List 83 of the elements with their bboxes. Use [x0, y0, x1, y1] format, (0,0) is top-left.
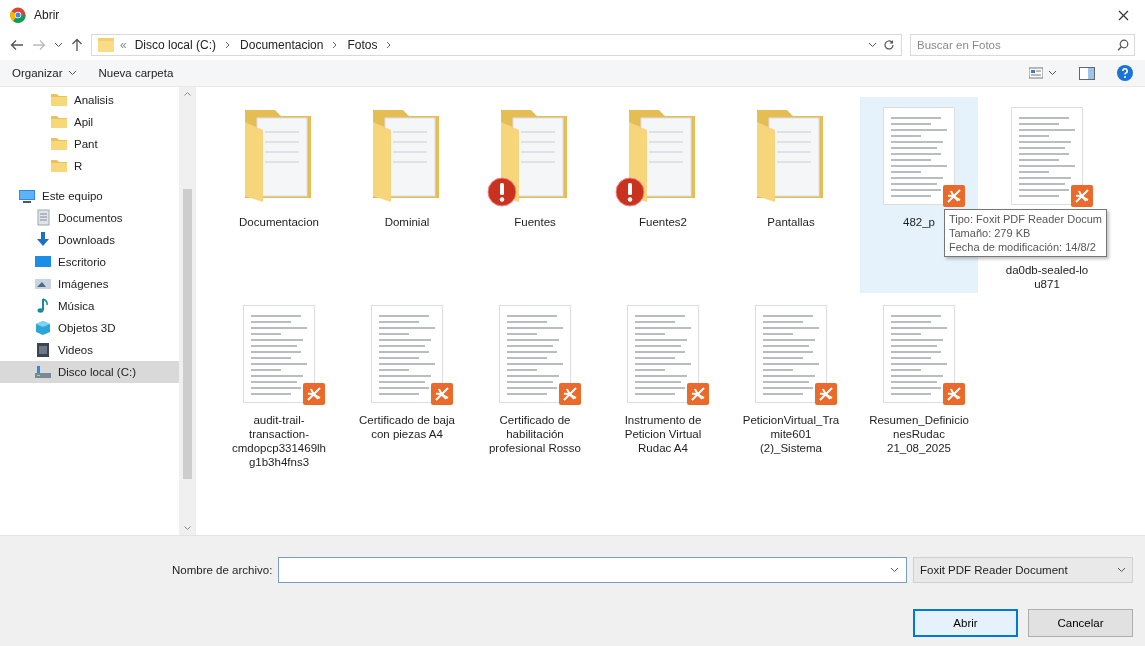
sidebar-item[interactable]: Este equipo: [0, 185, 179, 207]
sidebar-item[interactable]: Analisis: [0, 89, 179, 111]
computer-icon: [18, 187, 36, 205]
file-name: Fuentes2: [639, 215, 687, 229]
view-icon: [1029, 67, 1043, 79]
file-name: audit-trail-transaction-cmdopcp331469lhg1b3h4fns3: [231, 413, 327, 469]
file-name: da0db-sealed-lo u871: [1004, 263, 1090, 291]
sidebar-item[interactable]: Downloads: [0, 229, 179, 251]
file-name: Resumen_DefinicionesRudac 21_08_2025: [869, 413, 969, 455]
file-name: Fuentes: [514, 215, 556, 229]
pdf-badge-icon: [303, 383, 325, 405]
caret-down-icon: [54, 42, 63, 48]
sidebar-item[interactable]: Videos: [0, 339, 179, 361]
dropdown-caret-icon: [868, 42, 877, 48]
file-name: Pantallas: [767, 215, 815, 229]
file-type-dropdown[interactable]: Foxit PDF Reader Document: [913, 557, 1133, 583]
dialog-button[interactable]: Abrir: [913, 609, 1018, 637]
file-name: 482_p: [903, 215, 935, 229]
search-icon: [1117, 39, 1129, 51]
filename-label: Nombre de archivo:: [172, 564, 273, 576]
new-folder-button[interactable]: Nueva carpeta: [94, 65, 178, 81]
scroll-down-icon[interactable]: [183, 526, 191, 530]
organize-menu-button[interactable]: Organizar: [8, 65, 81, 81]
pane-icon: [1079, 66, 1095, 80]
scroll-up-icon[interactable]: [183, 92, 191, 96]
sidebar-item[interactable]: Objetos 3D: [0, 317, 179, 339]
forward-arrow-icon: [32, 39, 46, 51]
back-arrow-icon: [10, 39, 24, 51]
address-field[interactable]: « Disco local (C:) Documentacion Fotos: [91, 34, 902, 56]
folder-icon: [98, 37, 114, 53]
up-button[interactable]: [71, 38, 83, 52]
dropdown-caret-icon: [890, 567, 899, 573]
drive-icon: [34, 363, 52, 381]
search-field[interactable]: Buscar en Fotos: [910, 34, 1135, 56]
back-button[interactable]: [10, 39, 24, 51]
pdf-badge-icon: [431, 383, 453, 405]
tooltip-line: Tipo: Foxit PDF Reader Docum: [949, 212, 1103, 226]
up-arrow-icon: [71, 38, 83, 52]
folder-icon: [50, 91, 68, 109]
file-name: Documentacion: [239, 215, 319, 229]
file-name: Certificado de baja con piezas A4: [358, 413, 456, 441]
cube-icon: [34, 319, 52, 337]
folder-icon: [50, 157, 68, 175]
sidebar-item[interactable]: Imágenes: [0, 273, 179, 295]
refresh-icon[interactable]: [883, 39, 895, 51]
help-icon: [1117, 65, 1133, 81]
file-name: PeticionVirtual_Tramite601 (2)_Sistema: [741, 413, 841, 455]
pdf-badge-icon: [943, 185, 965, 207]
recent-locations-button[interactable]: [54, 42, 63, 48]
sidebar-item[interactable]: Música: [0, 295, 179, 317]
pdf-badge-icon: [815, 383, 837, 405]
caret-down-icon: [1048, 70, 1057, 76]
dialog-button[interactable]: Cancelar: [1028, 609, 1133, 637]
file-name: Certificado de habilitación profesional Rosso: [487, 413, 583, 455]
tooltip-line: Tamaño: 279 KB: [949, 226, 1032, 240]
sidebar-item[interactable]: Disco local (C:): [0, 361, 179, 383]
sidebar-item[interactable]: Pant: [0, 133, 179, 155]
file-name: Instrumento de Peticion Virtual Rudac A4: [623, 413, 703, 455]
sidebar-item[interactable]: Escritorio: [0, 251, 179, 273]
breadcrumb[interactable]: Fotos: [345, 38, 380, 52]
overflow-marker: «: [120, 38, 127, 52]
sidebar-item[interactable]: R: [0, 155, 179, 177]
dropdown-caret-icon: [1117, 567, 1126, 573]
folder-icon: [50, 135, 68, 153]
filename-field[interactable]: [278, 557, 907, 583]
sidebar-item[interactable]: Apil: [0, 111, 179, 133]
scrollbar-thumb[interactable]: [182, 189, 192, 479]
close-icon: [1117, 9, 1129, 21]
tooltip-line: Fecha de modificación: 14/8/2: [949, 240, 1097, 254]
film-icon: [34, 341, 52, 359]
sidebar-item[interactable]: Documentos: [0, 207, 179, 229]
breadcrumb[interactable]: Documentacion: [238, 38, 326, 52]
documents-icon: [34, 209, 52, 227]
breadcrumb[interactable]: Disco local (C:): [132, 38, 219, 52]
file-name: Dominial: [384, 215, 430, 229]
pdf-badge-icon: [687, 383, 709, 405]
window-title: Abrir: [34, 8, 61, 22]
pdf-badge-icon: [943, 383, 965, 405]
pdf-badge-icon: [559, 383, 581, 405]
app-icon: [10, 7, 26, 23]
pdf-badge-icon: [1071, 185, 1093, 207]
caret-down-icon: [67, 70, 77, 76]
folder-icon: [50, 113, 68, 131]
